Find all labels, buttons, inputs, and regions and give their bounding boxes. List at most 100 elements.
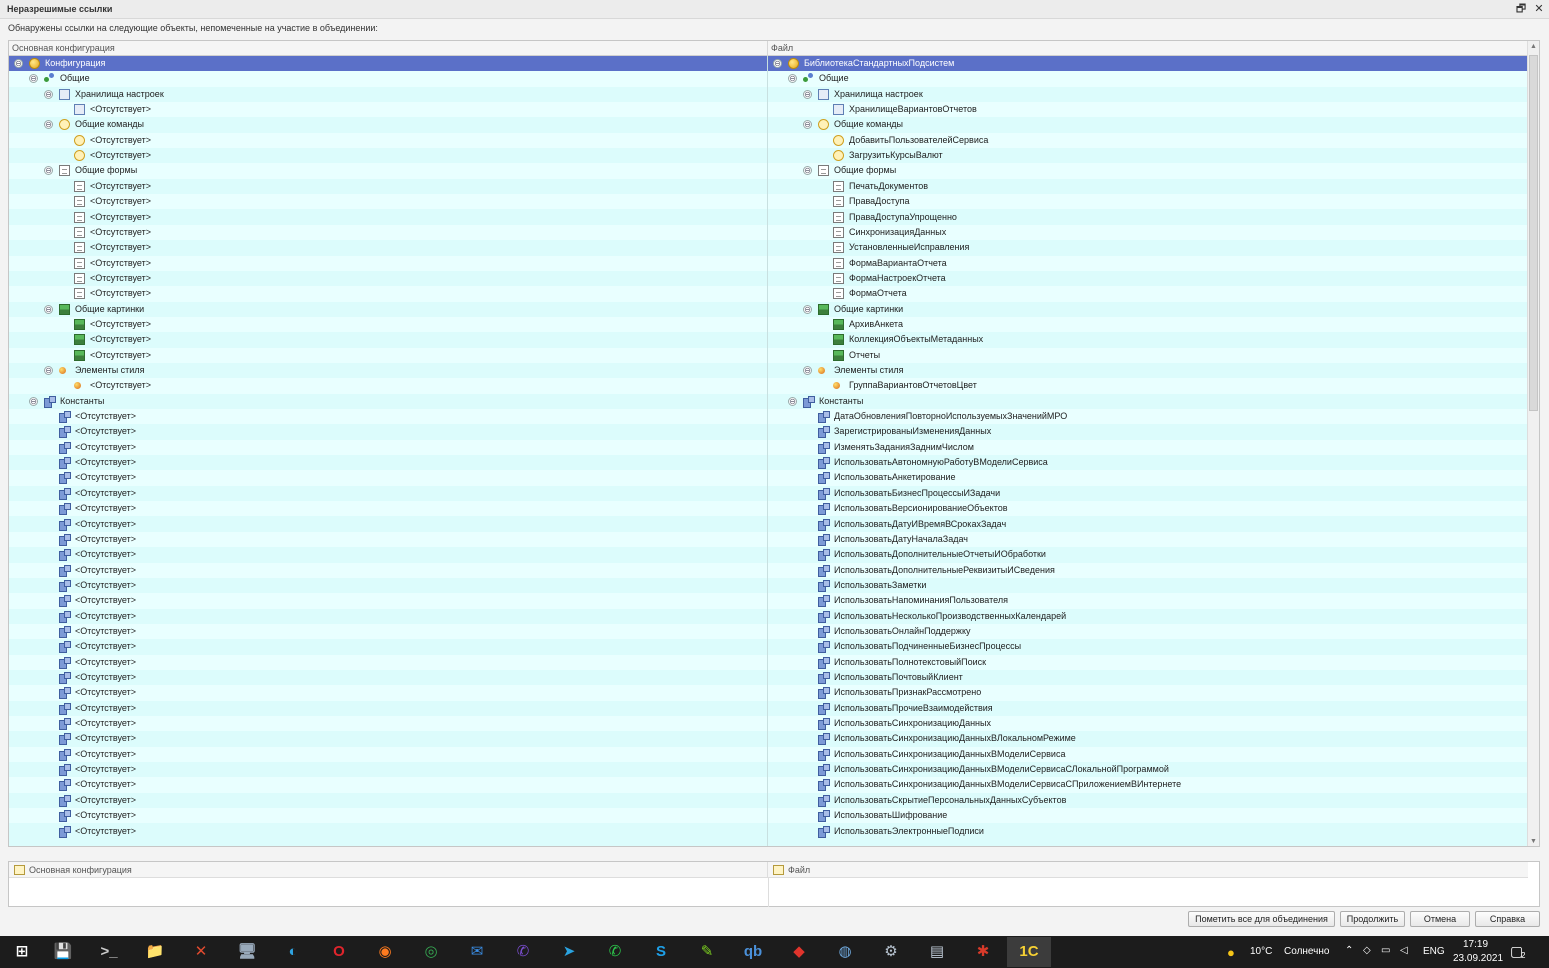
collapse-toggle-icon[interactable]: ⊖ bbox=[29, 396, 38, 406]
tree-row[interactable]: ПечатьДокументов bbox=[768, 179, 1528, 194]
tree-row[interactable]: ⊖ Общие картинки bbox=[768, 302, 1528, 317]
telegram-app-icon[interactable]: ➤ bbox=[547, 937, 591, 967]
mark-all-button[interactable]: Пометить все для объединения bbox=[1188, 911, 1335, 927]
tree-row[interactable]: ИспользоватьНесколькоПроизводственныхКал… bbox=[768, 609, 1528, 624]
tree-row[interactable]: <Отсутствует> bbox=[9, 685, 767, 701]
volume-icon[interactable]: ◁ bbox=[1400, 945, 1408, 956]
tree-row[interactable]: ИспользоватьНапоминанияПользователя bbox=[768, 593, 1528, 609]
tree-row[interactable]: ⊖ Хранилища настроек bbox=[9, 87, 767, 102]
collapse-toggle-icon[interactable]: ⊖ bbox=[44, 304, 53, 314]
tree-row[interactable]: ИспользоватьПодчиненныеБизнесПроцессы bbox=[768, 639, 1528, 654]
tree-row[interactable]: <Отсутствует> bbox=[9, 639, 767, 654]
tree-row[interactable]: <Отсутствует> bbox=[9, 578, 767, 593]
tree-row[interactable]: <Отсутствует> bbox=[9, 132, 767, 149]
tree-row[interactable]: <Отсутствует> bbox=[9, 593, 767, 609]
tree-row[interactable]: <Отсутствует> bbox=[9, 179, 767, 194]
tree-row[interactable]: <Отсутствует> bbox=[9, 271, 767, 286]
tree-row[interactable]: <Отсутствует> bbox=[9, 286, 767, 302]
collapse-toggle-icon[interactable]: ⊖ bbox=[803, 366, 812, 375]
tree-row[interactable]: УстановленныеИсправления bbox=[768, 240, 1528, 255]
tree-row[interactable]: <Отсутствует> bbox=[9, 762, 767, 777]
tree-row[interactable]: <Отсутствует> bbox=[9, 501, 767, 517]
collapse-toggle-icon[interactable]: ⊖ bbox=[803, 120, 812, 130]
collapse-toggle-icon[interactable]: ⊖ bbox=[788, 396, 797, 406]
tree-row[interactable]: <Отсутствует> bbox=[9, 517, 767, 532]
explorer-app-icon[interactable]: 📁 bbox=[133, 937, 177, 967]
tree-row[interactable]: <Отсутствует> bbox=[9, 670, 767, 685]
tree-row[interactable]: <Отсутствует> bbox=[9, 547, 767, 562]
help-button[interactable]: Справка bbox=[1475, 911, 1540, 927]
tree-row[interactable]: ИспользоватьДатуИВремяВСрокахЗадач bbox=[768, 517, 1528, 532]
tree-row[interactable]: ИспользоватьСинхронизациюДанныхВМоделиСе… bbox=[768, 746, 1528, 763]
tree-row[interactable]: <Отсутствует> bbox=[9, 486, 767, 501]
clock-time[interactable]: 17:19 bbox=[1463, 939, 1488, 950]
tree-row[interactable]: <Отсутствует> bbox=[9, 531, 767, 548]
tree-row[interactable]: ИспользоватьСинхронизациюДанныхВМоделиСе… bbox=[768, 777, 1528, 793]
weather-sun-icon[interactable]: ● bbox=[1227, 945, 1235, 960]
tree-row[interactable]: <Отсутствует> bbox=[9, 148, 767, 163]
remote-app-icon[interactable]: ✕ bbox=[179, 937, 223, 967]
tree-row[interactable]: ПраваДоступаУпрощенно bbox=[768, 210, 1528, 225]
collapse-toggle-icon[interactable]: ⊖ bbox=[803, 89, 812, 99]
tree-row[interactable]: <Отсутствует> bbox=[9, 654, 767, 670]
tree-row[interactable]: ФормаВариантаОтчета bbox=[768, 255, 1528, 271]
tree-row[interactable]: ⊖ Общие формы bbox=[9, 163, 767, 179]
tree-row[interactable]: <Отсутствует> bbox=[9, 255, 767, 271]
tree-row[interactable]: ⊖ Константы bbox=[768, 394, 1528, 409]
tree-row[interactable]: <Отсутствует> bbox=[9, 716, 767, 732]
tree-row[interactable]: <Отсутствует> bbox=[9, 824, 767, 839]
tree-row[interactable]: <Отсутствует> bbox=[9, 424, 767, 439]
start-icon[interactable]: ⊞ bbox=[0, 937, 44, 967]
save-app-icon[interactable]: 💾 bbox=[41, 937, 85, 967]
tree-row[interactable]: <Отсутствует> bbox=[9, 332, 767, 347]
tree-row[interactable]: ЗарегистрированыИзмененияДанных bbox=[768, 424, 1528, 439]
collapse-toggle-icon[interactable]: ⊖ bbox=[803, 166, 812, 176]
tree-row[interactable]: ИспользоватьСинхронизациюДанныхВМоделиСе… bbox=[768, 762, 1528, 777]
scroll-thumb[interactable] bbox=[1529, 55, 1538, 411]
network-app-icon[interactable]: ◍ bbox=[823, 937, 867, 967]
tree-row[interactable]: <Отсутствует> bbox=[9, 777, 767, 793]
mail-app-icon[interactable]: ✉ bbox=[455, 937, 499, 967]
settings-app-icon[interactable]: ⚙ bbox=[869, 937, 913, 967]
tree-row[interactable]: ИспользоватьАнкетирование bbox=[768, 470, 1528, 486]
tree-row[interactable]: <Отсутствует> bbox=[9, 746, 767, 763]
tree-row[interactable]: ИспользоватьДополнительныеРеквизитыИСвед… bbox=[768, 562, 1528, 578]
dropbox-icon[interactable]: ◇ bbox=[1363, 945, 1371, 956]
firefox-app-icon[interactable]: ◉ bbox=[363, 937, 407, 967]
collapse-toggle-icon[interactable]: ⊖ bbox=[29, 74, 38, 84]
collapse-toggle-icon[interactable]: ⊖ bbox=[803, 304, 812, 314]
tree-row[interactable]: ИзменятьЗаданияЗаднимЧислом bbox=[768, 439, 1528, 456]
scroll-down-icon[interactable]: ▼ bbox=[1528, 836, 1539, 846]
tree-row[interactable]: ⊖ Общие картинки bbox=[9, 302, 767, 317]
tree-row[interactable]: <Отсутствует> bbox=[9, 793, 767, 808]
tree-row[interactable]: ⊖ Общие bbox=[9, 71, 767, 87]
tree-row[interactable]: <Отсутствует> bbox=[9, 409, 767, 425]
tree-row[interactable]: ⊖ Элементы стиля bbox=[768, 363, 1528, 378]
tree-row[interactable]: ИспользоватьАвтономнуюРаботуВМоделиСерви… bbox=[768, 455, 1528, 470]
collapse-toggle-icon[interactable]: ⊖ bbox=[44, 120, 53, 130]
collapse-toggle-icon[interactable]: ⊖ bbox=[14, 59, 23, 68]
tree-row[interactable]: <Отсутствует> bbox=[9, 347, 767, 363]
network-icon[interactable]: ▭ bbox=[1381, 945, 1390, 956]
tree-row[interactable]: ИспользоватьПочтовыйКлиент bbox=[768, 670, 1528, 685]
terminal-app-icon[interactable]: >_ bbox=[87, 937, 131, 967]
tree-row[interactable]: ИспользоватьШифрование bbox=[768, 808, 1528, 824]
tree-row[interactable]: ИспользоватьОнлайнПоддержку bbox=[768, 623, 1528, 640]
tree-row[interactable]: ИспользоватьСинхронизациюДанныхВЛокально… bbox=[768, 731, 1528, 746]
restore-button[interactable]: 🗗 bbox=[1513, 2, 1529, 17]
tree-row[interactable]: <Отсутствует> bbox=[9, 470, 767, 486]
tree-row[interactable]: <Отсутствует> bbox=[9, 102, 767, 118]
language-indicator[interactable]: ENG bbox=[1423, 946, 1445, 957]
tree-row[interactable]: <Отсутствует> bbox=[9, 240, 767, 255]
tree-row[interactable]: <Отсутствует> bbox=[9, 194, 767, 210]
1c-app-icon[interactable]: 1С bbox=[1007, 937, 1051, 967]
tools-app-icon[interactable]: ✎ bbox=[685, 937, 729, 967]
tree-row[interactable]: ДатаОбновленияПовторноИспользуемыхЗначен… bbox=[768, 409, 1528, 425]
tree-row[interactable]: ИспользоватьВерсионированиеОбъектов bbox=[768, 501, 1528, 517]
tree-row[interactable]: ГруппаВариантовОтчетовЦвет bbox=[768, 378, 1528, 394]
tree-row[interactable]: ⊖ Конфигурация bbox=[9, 56, 767, 72]
tree-row[interactable]: <Отсутствует> bbox=[9, 808, 767, 824]
collapse-toggle-icon[interactable]: ⊖ bbox=[44, 366, 53, 375]
weather-temp[interactable]: 10°C bbox=[1250, 946, 1272, 957]
tree-row[interactable]: <Отсутствует> bbox=[9, 623, 767, 640]
